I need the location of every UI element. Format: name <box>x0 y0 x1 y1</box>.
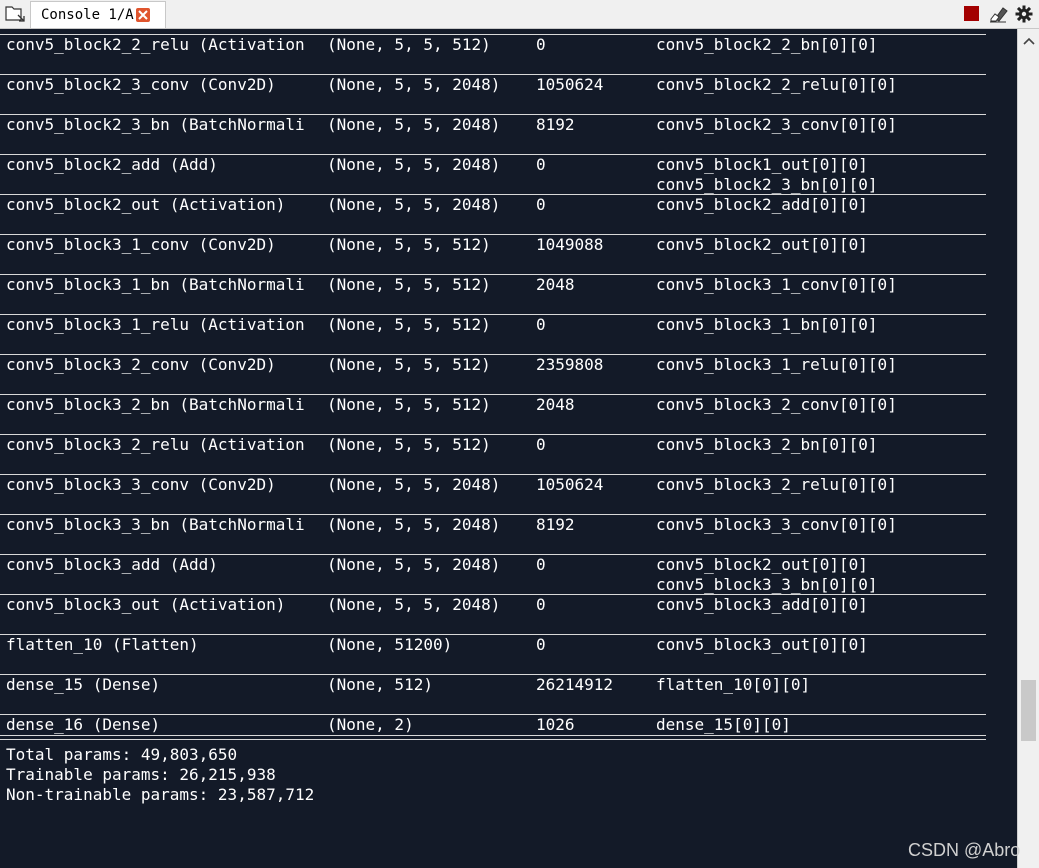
param-count: 1050624 <box>536 75 604 94</box>
folder-icon[interactable] <box>4 5 26 23</box>
double-separator <box>0 735 986 740</box>
layer-name: conv5_block3_2_bn (BatchNormali <box>6 395 305 414</box>
connected-to: dense_15[0][0] <box>656 715 791 734</box>
connected-to: conv5_block3_1_conv[0][0] <box>656 275 897 294</box>
param-count: 0 <box>536 35 546 54</box>
param-count: 0 <box>536 195 546 214</box>
layer-name: conv5_block2_out (Activation) <box>6 195 286 214</box>
layer-name: flatten_10 (Flatten) <box>6 635 199 654</box>
layer-name: dense_15 (Dense) <box>6 675 161 694</box>
connected-to: conv5_block3_3_conv[0][0] <box>656 515 897 534</box>
layer-name: conv5_block2_3_conv (Conv2D) <box>6 75 276 94</box>
param-count: 0 <box>536 315 546 334</box>
output-shape: (None, 5, 5, 512) <box>327 35 491 54</box>
output-shape: (None, 51200) <box>327 635 453 654</box>
layer-name: conv5_block3_1_bn (BatchNormali <box>6 275 305 294</box>
param-count: 26214912 <box>536 675 614 694</box>
output-shape: (None, 5, 5, 2048) <box>327 75 501 94</box>
output-shape: (None, 5, 5, 2048) <box>327 515 501 534</box>
connected-to: conv5_block3_2_bn[0][0] <box>656 435 878 454</box>
vertical-scrollbar[interactable] <box>1017 29 1039 868</box>
stop-icon[interactable] <box>963 5 981 23</box>
param-count: 2048 <box>536 275 575 294</box>
layer-name: conv5_block2_3_bn (BatchNormali <box>6 115 305 134</box>
connected-to: conv5_block3_2_conv[0][0] <box>656 395 897 414</box>
param-count: 1050624 <box>536 475 604 494</box>
connected-to: conv5_block3_add[0][0] <box>656 595 868 614</box>
param-count: 2359808 <box>536 355 604 374</box>
connected-to: conv5_block2_2_relu[0][0] <box>656 75 897 94</box>
layer-name: conv5_block3_2_conv (Conv2D) <box>6 355 276 374</box>
output-shape: (None, 5, 5, 512) <box>327 395 491 414</box>
tab-console[interactable]: Console 1/A <box>30 1 166 28</box>
output-shape: (None, 5, 5, 512) <box>327 275 491 294</box>
eraser-icon[interactable] <box>988 5 1008 23</box>
output-shape: (None, 5, 5, 2048) <box>327 475 501 494</box>
connected-to: conv5_block3_1_bn[0][0] <box>656 315 878 334</box>
param-count: 1026 <box>536 715 575 734</box>
tab-bar: Console 1/A <box>0 0 1039 29</box>
param-count: 8192 <box>536 115 575 134</box>
output-shape: (None, 5, 5, 2048) <box>327 195 501 214</box>
output-shape: (None, 2) <box>327 715 414 734</box>
close-icon[interactable] <box>136 8 150 22</box>
summary-line: Total params: 49,803,650 <box>6 745 238 764</box>
console-output[interactable]: conv5_block2_2_relu (Activation (None, 5,… <box>0 29 1017 868</box>
output-shape: (None, 5, 5, 512) <box>327 235 491 254</box>
layer-name: conv5_block3_2_relu (Activation <box>6 435 305 454</box>
layer-name: conv5_block3_3_conv (Conv2D) <box>6 475 276 494</box>
param-count: 0 <box>536 155 546 174</box>
layer-name: dense_16 (Dense) <box>6 715 161 734</box>
param-count: 2048 <box>536 395 575 414</box>
connected-to: conv5_block2_3_bn[0][0] <box>656 175 878 194</box>
param-count: 8192 <box>536 515 575 534</box>
output-shape: (None, 512) <box>327 675 433 694</box>
output-shape: (None, 5, 5, 512) <box>327 315 491 334</box>
param-count: 0 <box>536 435 546 454</box>
connected-to: conv5_block1_out[0][0] <box>656 155 868 174</box>
param-count: 0 <box>536 555 546 574</box>
layer-name: conv5_block3_1_relu (Activation <box>6 315 305 334</box>
layer-name: conv5_block3_add (Add) <box>6 555 218 574</box>
output-shape: (None, 5, 5, 2048) <box>327 155 501 174</box>
connected-to: conv5_block2_3_conv[0][0] <box>656 115 897 134</box>
param-count: 1049088 <box>536 235 604 254</box>
layer-name: conv5_block3_1_conv (Conv2D) <box>6 235 276 254</box>
watermark: CSDN @Abro <box>908 840 1021 860</box>
chevron-up-icon[interactable] <box>1022 34 1036 46</box>
output-shape: (None, 5, 5, 2048) <box>327 555 501 574</box>
connected-to: conv5_block2_out[0][0] <box>656 555 868 574</box>
param-count: 0 <box>536 595 546 614</box>
connected-to: conv5_block2_2_bn[0][0] <box>656 35 878 54</box>
output-shape: (None, 5, 5, 2048) <box>327 595 501 614</box>
layer-name: conv5_block3_out (Activation) <box>6 595 286 614</box>
connected-to: conv5_block3_1_relu[0][0] <box>656 355 897 374</box>
layer-name: conv5_block2_2_relu (Activation <box>6 35 305 54</box>
layer-name: conv5_block2_add (Add) <box>6 155 218 174</box>
output-shape: (None, 5, 5, 512) <box>327 435 491 454</box>
output-shape: (None, 5, 5, 2048) <box>327 115 501 134</box>
summary-line: Non-trainable params: 23,587,712 <box>6 785 315 804</box>
layer-name: conv5_block3_3_bn (BatchNormali <box>6 515 305 534</box>
connected-to: flatten_10[0][0] <box>656 675 811 694</box>
connected-to: conv5_block2_out[0][0] <box>656 235 868 254</box>
connected-to: conv5_block3_2_relu[0][0] <box>656 475 897 494</box>
tab-label: Console 1/A <box>41 7 134 23</box>
connected-to: conv5_block3_3_bn[0][0] <box>656 575 878 594</box>
output-shape: (None, 5, 5, 512) <box>327 355 491 374</box>
summary-line: Trainable params: 26,215,938 <box>6 765 276 784</box>
scroll-thumb[interactable] <box>1021 680 1036 741</box>
gear-icon[interactable] <box>1015 5 1033 23</box>
param-count: 0 <box>536 635 546 654</box>
connected-to: conv5_block2_add[0][0] <box>656 195 868 214</box>
connected-to: conv5_block3_out[0][0] <box>656 635 868 654</box>
